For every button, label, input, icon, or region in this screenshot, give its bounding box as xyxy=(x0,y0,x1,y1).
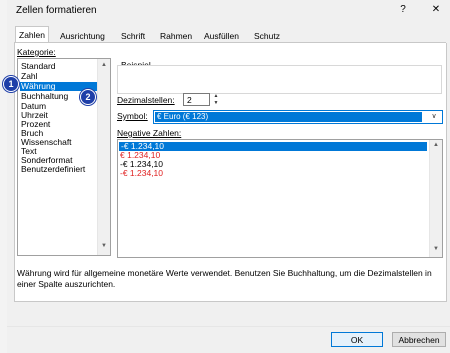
tab-schutz[interactable]: Schutz xyxy=(254,30,280,42)
category-scrollbar[interactable]: ▲ ▼ xyxy=(97,59,110,255)
step-badge-1: 1 xyxy=(3,76,19,92)
list-item[interactable]: Zahl xyxy=(21,72,38,81)
spin-up-icon[interactable]: ▲ xyxy=(211,93,221,99)
scroll-up-icon[interactable]: ▲ xyxy=(98,62,110,68)
negative-numbers-list[interactable]: -€ 1.234,10 € 1.234,10 -€ 1.234,10 -€ 1.… xyxy=(117,139,443,258)
tab-zahlen[interactable]: Zahlen xyxy=(15,26,49,43)
scroll-down-icon[interactable]: ▼ xyxy=(430,246,442,252)
tab-ausrichtung[interactable]: Ausrichtung xyxy=(60,30,105,42)
close-icon: ✕ xyxy=(431,4,441,15)
dialog-title: Zellen formatieren xyxy=(16,5,97,16)
category-label: Kategorie: xyxy=(17,47,56,57)
spin-down-icon[interactable]: ▼ xyxy=(211,100,221,106)
decimals-label: Dezimalstellen: xyxy=(117,95,175,105)
list-item[interactable]: Standard xyxy=(21,62,56,71)
close-button[interactable]: ✕ xyxy=(426,2,446,18)
ok-button[interactable]: OK xyxy=(331,332,383,347)
tab-rahmen[interactable]: Rahmen xyxy=(160,30,192,42)
scroll-up-icon[interactable]: ▲ xyxy=(430,142,442,148)
format-description: Währung wird für allgemeine monetäre Wer… xyxy=(17,268,432,289)
cancel-button[interactable]: Abbrechen xyxy=(392,332,446,347)
symbol-selected-value: € Euro (€ 123) xyxy=(155,112,422,122)
category-list[interactable]: Standard Zahl Währung Buchhaltung Datum … xyxy=(17,58,111,256)
negative-label: Negative Zahlen: xyxy=(117,128,181,138)
symbol-dropdown[interactable]: € Euro (€ 123) ∨ xyxy=(153,110,443,124)
list-item[interactable]: Benutzerdefiniert xyxy=(21,165,85,174)
symbol-label-text: Symbol: xyxy=(117,111,148,121)
negative-scrollbar[interactable]: ▲ ▼ xyxy=(429,140,442,257)
list-item[interactable]: Buchhaltung xyxy=(21,92,68,101)
scroll-down-icon[interactable]: ▼ xyxy=(98,243,110,249)
chevron-down-icon[interactable]: ∨ xyxy=(427,111,441,123)
decimals-input[interactable]: 2 xyxy=(183,93,210,106)
symbol-label: Symbol: xyxy=(117,111,148,121)
sample-preview xyxy=(117,65,442,94)
help-button[interactable]: ? xyxy=(393,2,413,18)
tab-ausfuellen[interactable]: Ausfüllen xyxy=(204,30,239,42)
button-divider xyxy=(7,326,450,327)
step-badge-2: 2 xyxy=(80,89,96,105)
tab-schrift[interactable]: Schrift xyxy=(121,30,145,42)
decimals-label-text: Dezimalstellen: xyxy=(117,95,175,105)
list-item-selected[interactable]: -€ 1.234,10 xyxy=(119,142,427,151)
negative-label-text: Negative Zahlen: xyxy=(117,128,182,138)
list-item[interactable]: -€ 1.234,10 xyxy=(120,169,163,178)
